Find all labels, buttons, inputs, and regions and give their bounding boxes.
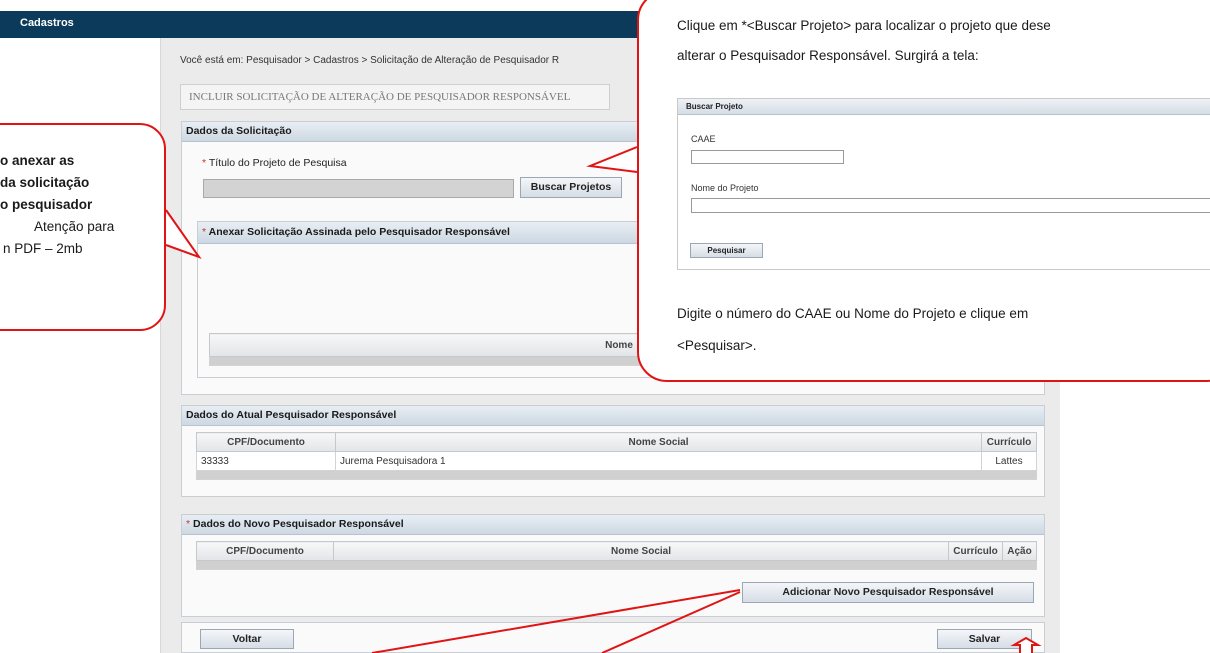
table-footer (196, 470, 1037, 480)
titulo-input[interactable] (203, 179, 514, 198)
column-header-acao: Ação (1002, 541, 1037, 561)
footer-bar (181, 622, 1045, 653)
section-header: Dados do Atual Pesquisador Responsável (182, 406, 1044, 426)
caae-input (691, 150, 844, 164)
section-header: * Dados do Novo Pesquisador Responsável (182, 515, 1044, 535)
column-header-cpf: CPF/Documento (196, 541, 334, 561)
callout-line: Atenção para (34, 219, 115, 234)
table-row: 33333 Jurema Pesquisadora 1 Lattes (196, 451, 1037, 471)
callout-right-line2: alterar o Pesquisador Responsável. Surgi… (677, 48, 979, 63)
nome-projeto-input (691, 198, 1210, 213)
callout-left-text: o anexar as da solicitação o pesquisador… (0, 150, 114, 260)
novo-table: CPF/Documento Nome Social Currículo Ação (196, 541, 1037, 570)
callout-right-line4: <Pesquisar>. (677, 338, 757, 353)
column-header-nome-social: Nome Social (333, 541, 949, 561)
pesquisar-button: Pesquisar (690, 243, 763, 258)
required-mark: * (202, 157, 207, 169)
titulo-label: * Título do Projeto de Pesquisa (202, 157, 347, 169)
add-novo-pesquisador-button[interactable]: Adicionar Novo Pesquisador Responsável (742, 582, 1034, 603)
caae-label: CAAE (691, 134, 716, 144)
page-title: INCLUIR SOLICITAÇÃO DE ALTERAÇÃO DE PESQ… (180, 84, 610, 110)
breadcrumb: Você está em: Pesquisador > Cadastros > … (180, 55, 560, 66)
app-title: Cadastros (20, 17, 74, 29)
column-header-cpf: CPF/Documento (196, 432, 336, 452)
required-mark: * (202, 226, 207, 238)
curriculo-link[interactable]: Lattes (981, 451, 1037, 471)
callout-line: o anexar as (0, 153, 75, 168)
callout-line: o pesquisador (0, 197, 93, 212)
cell-cpf: 33333 (196, 451, 336, 471)
nome-projeto-label: Nome do Projeto (691, 183, 759, 193)
mini-header: Buscar Projeto (678, 99, 1210, 115)
voltar-button[interactable]: Voltar (200, 629, 294, 649)
column-header-curriculo: Currículo (981, 432, 1037, 452)
cell-nome: Jurema Pesquisadora 1 (335, 451, 982, 471)
buscar-projetos-button[interactable]: Buscar Projetos (520, 177, 622, 198)
column-header-curriculo: Currículo (948, 541, 1003, 561)
novo-header-text: Dados do Novo Pesquisador Responsável (193, 518, 404, 530)
table-footer (196, 560, 1037, 570)
required-mark: * (186, 518, 191, 530)
callout-right-line1: Clique em *<Buscar Projeto> para localiz… (677, 18, 1051, 33)
buscar-projeto-preview: Buscar Projeto CAAE Nome do Projeto Pesq… (677, 98, 1210, 270)
column-header-nome-social: Nome Social (335, 432, 982, 452)
titulo-label-text: Título do Projeto de Pesquisa (208, 157, 347, 169)
callout-line: n PDF – 2mb (3, 241, 83, 256)
salvar-button[interactable]: Salvar (937, 629, 1032, 649)
callout-line: da solicitação (0, 175, 90, 190)
callout-right-line3: Digite o número do CAAE ou Nome do Proje… (677, 306, 1029, 321)
atual-table: CPF/Documento Nome Social Currículo 3333… (196, 432, 1037, 480)
anexar-header-text: Anexar Solicitação Assinada pelo Pesquis… (208, 226, 510, 238)
